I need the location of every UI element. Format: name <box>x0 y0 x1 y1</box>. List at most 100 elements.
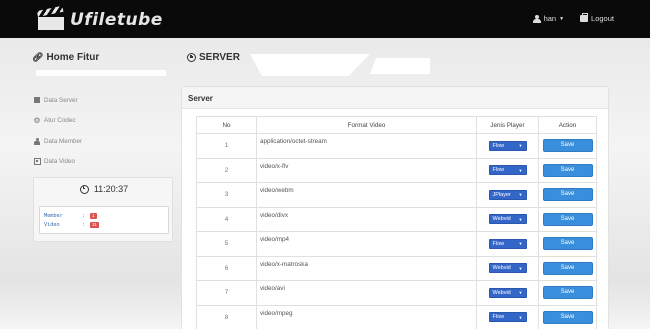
stat-video: Video : 11 <box>44 222 99 228</box>
table-row: 1 application/octet-stream Flow ▼ Save <box>196 133 597 159</box>
row-number: 6 <box>196 255 257 281</box>
stat-member: Member : 1 <box>44 213 97 219</box>
player-select[interactable]: Flow ▼ <box>488 140 527 151</box>
column-header-no: No <box>196 116 257 134</box>
format-video: video/mpeg <box>256 304 477 329</box>
row-number: 3 <box>196 182 257 208</box>
clock-icon <box>187 53 196 62</box>
user-icon <box>33 137 41 145</box>
chevron-down-icon: ▼ <box>518 241 523 247</box>
background-decoration <box>250 54 370 76</box>
member-count-badge: 1 <box>90 213 97 219</box>
table-header-row: No Format Video Jenis Player Action <box>196 116 597 134</box>
user-icon <box>532 14 541 23</box>
stats-box: Member : 1 Video : 11 <box>39 206 169 234</box>
player-select[interactable]: Flow ▼ <box>488 238 527 249</box>
save-button[interactable]: Save <box>542 237 593 251</box>
logout-label: Logout <box>591 14 614 23</box>
row-number: 2 <box>196 157 257 183</box>
video-count-badge: 11 <box>90 222 99 228</box>
table-row: 8 video/mpeg Flow ▼ Save <box>196 304 597 329</box>
row-number: 4 <box>196 206 257 232</box>
format-video: video/x-flv <box>256 157 477 183</box>
table-row: 6 video/x-matroska Webvid ▼ Save <box>196 255 597 281</box>
film-icon <box>33 158 41 166</box>
row-number: 5 <box>196 231 257 257</box>
player-select-value: Webvid <box>492 216 511 223</box>
sidebar-item-data-server[interactable]: Data Server <box>33 90 173 111</box>
sidebar-item-data-video[interactable]: Data Video <box>33 152 173 173</box>
table-row: 4 video/divx Webvid ▼ Save <box>196 206 597 232</box>
save-button[interactable]: Save <box>542 139 593 153</box>
server-icon <box>33 96 41 104</box>
page-title: SERVER <box>187 52 240 63</box>
format-video: application/octet-stream <box>256 133 477 159</box>
clapperboard-icon <box>36 5 64 30</box>
top-navbar: Ufiletube han ▼ Logout <box>0 0 650 38</box>
sidebar-menu: Data Server ⚙︎ Atur Codec Data Member Da… <box>33 90 173 172</box>
clock-display: 11:20:37 <box>34 184 174 194</box>
table-row: 3 video/webm JPlayer ▼ Save <box>196 182 597 208</box>
player-select-value: Flow <box>492 167 505 174</box>
format-video: video/x-matroska <box>256 255 477 281</box>
save-button[interactable]: Save <box>542 188 593 202</box>
sidebar-title: 🔗︎ Home Fitur <box>32 52 100 63</box>
link-icon: 🔗︎ <box>32 52 44 62</box>
column-header-player: Jenis Player <box>476 116 539 134</box>
chevron-down-icon: ▼ <box>518 216 523 222</box>
chevron-down-icon: ▼ <box>518 143 523 149</box>
chevron-down-icon: ▼ <box>518 314 523 320</box>
player-select[interactable]: Flow ▼ <box>488 312 527 323</box>
table-row: 2 video/x-flv Flow ▼ Save <box>196 157 597 183</box>
background-decoration <box>370 58 430 74</box>
player-select-value: Flow <box>492 240 505 247</box>
column-header-action: Action <box>538 116 597 134</box>
logout-link[interactable]: Logout <box>580 13 614 23</box>
player-select[interactable]: Flow ▼ <box>488 165 527 176</box>
format-video: video/webm <box>256 182 477 208</box>
player-select-value: Webvid <box>492 265 511 272</box>
chevron-down-icon: ▼ <box>518 167 523 173</box>
player-select-value: JPlayer <box>492 191 511 198</box>
row-number: 7 <box>196 280 257 306</box>
save-button[interactable]: Save <box>542 286 593 300</box>
save-button[interactable]: Save <box>542 261 593 275</box>
panel-heading: Server <box>182 87 608 109</box>
row-number: 8 <box>196 304 257 329</box>
save-button[interactable]: Save <box>542 212 593 226</box>
player-select-value: Flow <box>492 142 505 149</box>
server-panel: Server No Format Video Jenis Player Acti… <box>181 86 609 329</box>
player-select-value: Flow <box>492 314 505 321</box>
format-video: video/divx <box>256 206 477 232</box>
player-select[interactable]: Webvid ▼ <box>488 214 527 225</box>
user-name: han <box>543 14 557 23</box>
column-header-format: Format Video <box>256 116 477 134</box>
format-video: video/avi <box>256 280 477 306</box>
brand-name: Ufiletube <box>70 10 163 30</box>
sidebar-item-atur-codec[interactable]: ⚙︎ Atur Codec <box>33 111 173 132</box>
table-row: 7 video/avi Webvid ▼ Save <box>196 280 597 306</box>
brand-logo[interactable]: Ufiletube <box>36 5 163 32</box>
save-button[interactable]: Save <box>542 310 593 324</box>
table-row: 5 video/mp4 Flow ▼ Save <box>196 231 597 257</box>
caret-down-icon: ▼ <box>559 15 565 22</box>
player-select[interactable]: Webvid ▼ <box>488 287 527 298</box>
player-select[interactable]: Webvid ▼ <box>488 263 527 274</box>
background-decoration <box>36 70 166 76</box>
sidebar-item-data-member[interactable]: Data Member <box>33 131 173 152</box>
info-box: 11:20:37 Member : 1 Video : 11 <box>33 177 173 242</box>
clock-icon <box>79 184 89 194</box>
chevron-down-icon: ▼ <box>518 192 523 198</box>
player-select-value: Webvid <box>492 289 511 296</box>
logout-icon <box>580 13 589 22</box>
format-video: video/mp4 <box>256 231 477 257</box>
chevron-down-icon: ▼ <box>518 265 523 271</box>
player-select[interactable]: JPlayer ▼ <box>488 189 527 200</box>
user-menu[interactable]: han ▼ <box>532 14 565 23</box>
server-table: No Format Video Jenis Player Action 1 app… <box>196 116 597 329</box>
row-number: 1 <box>196 133 257 159</box>
clock-time: 11:20:37 <box>93 184 129 194</box>
gear-icon: ⚙︎ <box>33 115 41 125</box>
chevron-down-icon: ▼ <box>518 290 523 296</box>
save-button[interactable]: Save <box>542 163 593 177</box>
